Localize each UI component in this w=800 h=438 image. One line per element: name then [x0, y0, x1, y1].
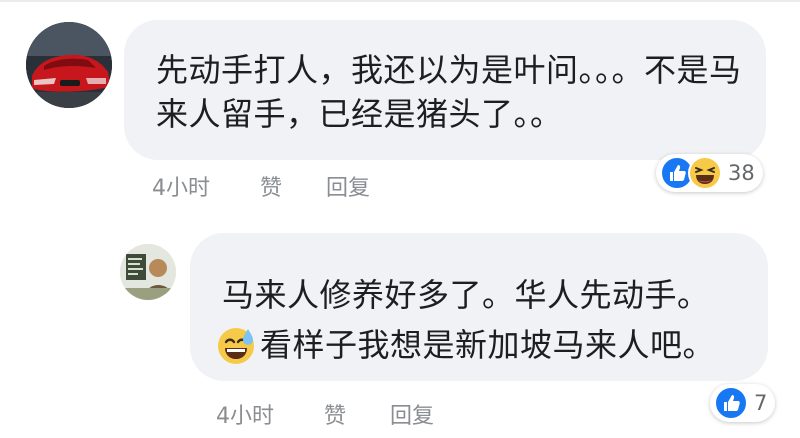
reply-text-line1: 马来人修养好多了。华人先动手。	[222, 276, 710, 314]
reaction-count: 7	[754, 391, 768, 415]
reaction-count: 38	[728, 161, 755, 185]
like-icon	[714, 386, 748, 420]
reply-reactions[interactable]: 7	[710, 384, 776, 422]
like-button[interactable]: 赞	[324, 398, 346, 430]
divider	[0, 0, 800, 2]
comment-actions: 4小时 赞 回复	[152, 170, 370, 202]
like-button[interactable]: 赞	[260, 170, 282, 202]
haha-icon	[688, 156, 722, 190]
replier-avatar[interactable]	[120, 244, 176, 300]
comment-bubble: 先动手打人，我还以为是叶问。。。不是马来人留手，已经是猪头了。。	[124, 20, 766, 160]
reply-actions: 4小时 赞 回复	[216, 398, 434, 430]
comment-reactions[interactable]: 38	[656, 154, 763, 192]
reply-button[interactable]: 回复	[326, 170, 370, 202]
reply-bubble: 马来人修养好多了。华人先动手。 看样子我想是新加坡马来人吧。	[190, 233, 768, 381]
comment-text: 先动手打人，我还以为是叶问。。。不是马来人留手，已经是猪头了。。	[156, 51, 742, 133]
sweat-smile-icon	[216, 325, 256, 365]
commenter-avatar[interactable]	[26, 22, 112, 108]
car-photo-icon	[26, 22, 112, 108]
timestamp[interactable]: 4小时	[216, 398, 274, 430]
comment-thread: 先动手打人，我还以为是叶问。。。不是马来人留手，已经是猪头了。。 38 4小时 …	[0, 0, 800, 438]
reply-text-line2-row: 看样子我想是新加坡马来人吧。	[216, 323, 715, 367]
timestamp[interactable]: 4小时	[152, 170, 210, 202]
profile-photo-icon	[120, 244, 176, 300]
reply-text-line2: 看样子我想是新加坡马来人吧。	[260, 326, 716, 364]
reply-button[interactable]: 回复	[390, 398, 434, 430]
